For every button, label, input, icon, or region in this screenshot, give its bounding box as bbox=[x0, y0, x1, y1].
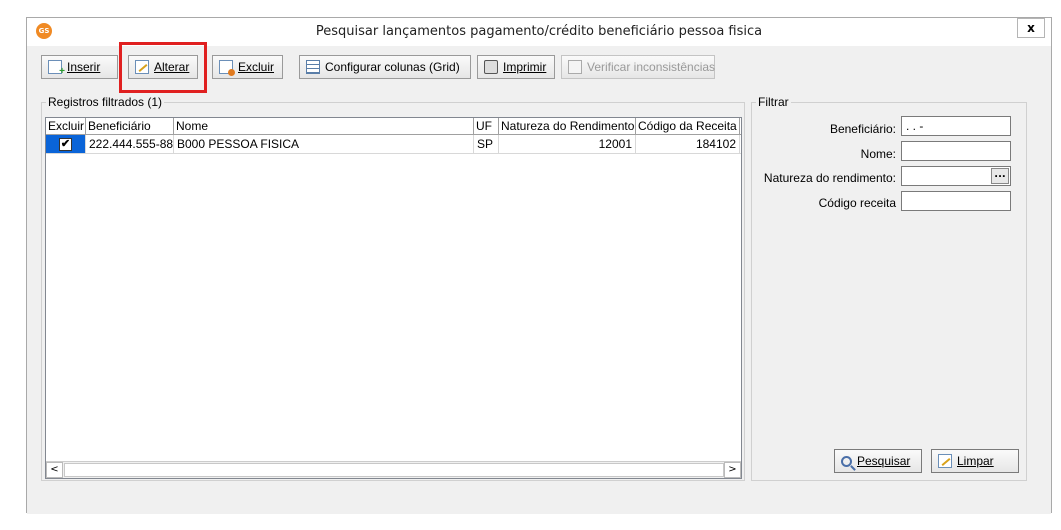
verify-inconsistencies-button[interactable]: Verificar inconsistências bbox=[561, 55, 715, 79]
cell-codigo: 184102 bbox=[636, 135, 740, 153]
col-header-nome[interactable]: Nome bbox=[174, 118, 474, 134]
configure-columns-button[interactable]: Configurar colunas (Grid) bbox=[299, 55, 471, 79]
clear-icon bbox=[938, 454, 952, 468]
window-title: Pesquisar lançamentos pagamento/crédito … bbox=[315, 24, 763, 39]
col-header-uf[interactable]: UF bbox=[474, 118, 499, 134]
cell-uf: SP bbox=[474, 135, 499, 153]
verify-icon bbox=[568, 60, 582, 74]
records-group-title: Registros filtrados (1) bbox=[46, 95, 165, 109]
col-header-beneficiario[interactable]: Beneficiário bbox=[86, 118, 174, 134]
main-window: GS Pesquisar lançamentos pagamento/crédi… bbox=[26, 17, 1052, 514]
excluir-checkbox[interactable]: ✔ bbox=[59, 137, 72, 151]
natureza-label: Natureza do rendimento: bbox=[763, 171, 896, 185]
cell-beneficiario: 222.444.555-88 bbox=[86, 135, 174, 153]
footer-bar bbox=[27, 488, 1051, 514]
horizontal-scrollbar[interactable]: < > bbox=[46, 461, 741, 478]
printer-icon bbox=[484, 60, 498, 74]
codigo-field[interactable] bbox=[901, 191, 1011, 211]
verify-button-label: Verificar inconsistências bbox=[587, 60, 716, 74]
insert-button[interactable]: Inserir bbox=[41, 55, 118, 79]
records-grid[interactable]: Excluir Beneficiário Nome UF Natureza do… bbox=[45, 117, 742, 479]
delete-button-label: Excluir bbox=[238, 60, 275, 74]
search-icon bbox=[841, 455, 852, 467]
scroll-thumb[interactable] bbox=[64, 463, 724, 477]
col-header-excluir[interactable]: Excluir bbox=[46, 118, 86, 134]
nome-label: Nome: bbox=[860, 147, 896, 161]
insert-button-label: Inserir bbox=[67, 60, 101, 74]
filter-group: Filtrar Beneficiário: . . - Nome: Nature… bbox=[751, 95, 1027, 481]
close-button[interactable]: x bbox=[1017, 18, 1045, 38]
scroll-right-icon[interactable]: > bbox=[724, 462, 741, 478]
col-header-natureza[interactable]: Natureza do Rendimento bbox=[499, 118, 636, 134]
nome-field[interactable] bbox=[901, 141, 1011, 161]
beneficiario-label: Beneficiário: bbox=[829, 122, 896, 136]
grid-header: Excluir Beneficiário Nome UF Natureza do… bbox=[46, 118, 741, 135]
grid-icon bbox=[306, 60, 320, 74]
codigo-label: Código receita bbox=[818, 196, 896, 210]
clear-button-label: Limpar bbox=[957, 454, 994, 468]
filter-group-title: Filtrar bbox=[756, 95, 791, 109]
scroll-left-icon[interactable]: < bbox=[46, 462, 63, 478]
print-button[interactable]: Imprimir bbox=[477, 55, 555, 79]
beneficiario-field[interactable]: . . - bbox=[901, 116, 1011, 136]
col-header-codigo[interactable]: Código da Receita bbox=[636, 118, 740, 134]
configure-columns-label: Configurar colunas (Grid) bbox=[325, 60, 460, 74]
search-button-label: Pesquisar bbox=[857, 454, 911, 468]
table-row[interactable]: ✔ 222.444.555-88 B000 PESSOA FISICA SP 1… bbox=[46, 135, 741, 154]
row-select-cell[interactable]: ✔ bbox=[46, 135, 86, 153]
search-button[interactable]: Pesquisar bbox=[834, 449, 922, 473]
print-button-label: Imprimir bbox=[503, 60, 547, 74]
cell-nome: B000 PESSOA FISICA bbox=[174, 135, 474, 153]
highlight-box bbox=[119, 42, 207, 93]
delete-button[interactable]: Excluir bbox=[212, 55, 283, 79]
cell-natureza: 12001 bbox=[499, 135, 636, 153]
natureza-lookup-button[interactable]: ... bbox=[991, 168, 1009, 184]
delete-document-icon bbox=[219, 60, 235, 76]
clear-button[interactable]: Limpar bbox=[931, 449, 1019, 473]
records-group: Registros filtrados (1) Excluir Benefici… bbox=[41, 95, 745, 481]
new-document-icon bbox=[48, 60, 65, 77]
